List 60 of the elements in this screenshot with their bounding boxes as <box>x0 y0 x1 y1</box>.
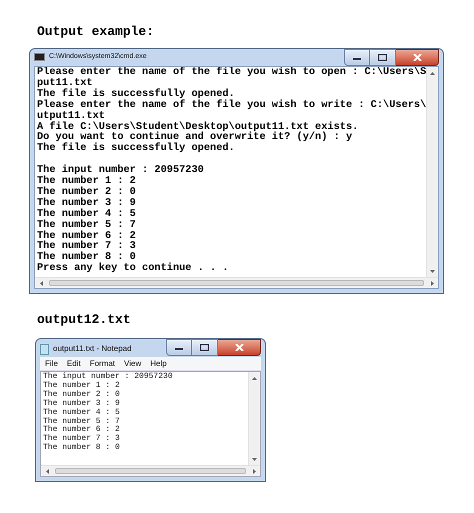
scrollbar-thumb[interactable] <box>49 280 424 286</box>
text-line: The number 1 : 2 <box>43 382 121 390</box>
console-icon <box>34 53 45 62</box>
console-line: Do you want to continue and overwrite it? (y/n) : y <box>37 132 354 144</box>
close-button[interactable] <box>218 339 261 356</box>
console-line: The file is successfully opened. <box>37 143 236 154</box>
console-line: The input number : 20957230 <box>37 165 205 176</box>
horizontal-scrollbar[interactable] <box>41 465 260 476</box>
maximize-button[interactable] <box>370 49 396 66</box>
minimize-button[interactable] <box>344 49 370 66</box>
scroll-left-icon[interactable] <box>40 280 42 286</box>
menu-item[interactable]: Edit <box>66 358 81 370</box>
console-line: Please enter the name of the file you wish to write : C:\Users\ <box>37 100 426 111</box>
menu-item[interactable]: View <box>124 358 142 370</box>
text-line: The number 8 : 0 <box>43 444 121 454</box>
section-heading: output12.txt <box>37 311 131 329</box>
console-line: The number 5 : 7 <box>37 220 137 231</box>
close-button[interactable] <box>396 49 439 66</box>
console-line: utput11.txt <box>37 110 105 122</box>
window-title: output11.txt - Notepad <box>53 343 132 355</box>
horizontal-scrollbar[interactable] <box>35 277 438 288</box>
maximize-button[interactable] <box>192 339 218 356</box>
scroll-right-icon[interactable] <box>430 280 434 286</box>
console-line: The number 2 : 0 <box>37 186 137 198</box>
scroll-up-icon[interactable] <box>252 376 257 380</box>
console-line: The number 6 : 2 <box>37 230 137 242</box>
scroll-down-icon[interactable] <box>430 270 436 272</box>
console-line: The number 3 : 9 <box>37 198 137 209</box>
maximize-icon <box>200 344 209 351</box>
console-line: The number 1 : 2 <box>37 176 137 187</box>
vertical-scrollbar[interactable] <box>248 372 260 465</box>
console-line: Press any key to continue . . . <box>37 263 230 274</box>
close-icon <box>234 344 244 351</box>
console-line: The file is successfully opened. <box>37 88 235 100</box>
text-line: The number 2 : 0 <box>43 390 121 399</box>
text-line: The number 5 : 7 <box>43 418 121 426</box>
maximize-icon <box>378 54 387 61</box>
console-line: The number 8 : 0 <box>37 252 137 264</box>
text-line: The number 4 : 5 <box>43 408 121 417</box>
console-line: A file C:\Users\Student\Desktop\output11.txt exists. <box>37 122 360 132</box>
text-line: The number 3 : 9 <box>43 400 121 408</box>
menu-item[interactable]: Format <box>90 358 116 370</box>
minimize-button[interactable] <box>166 339 192 356</box>
menu-item[interactable]: File <box>45 358 58 370</box>
scrollbar-thumb[interactable] <box>55 468 246 474</box>
console-line: The number 4 : 5 <box>37 208 137 220</box>
text-line: The number 6 : 2 <box>43 426 121 434</box>
scroll-left-icon[interactable] <box>46 468 48 474</box>
scroll-right-icon[interactable] <box>252 468 256 474</box>
console-line: The number 7 : 3 <box>37 241 137 252</box>
scroll-up-icon[interactable] <box>430 72 436 74</box>
menu-item[interactable]: Help <box>150 358 167 370</box>
text-line: The number 7 : 3 <box>43 435 121 444</box>
vertical-scrollbar[interactable] <box>426 67 438 277</box>
section-heading: Output example: <box>37 23 154 41</box>
console-line: put11.txt <box>37 78 93 89</box>
notepad-icon <box>40 344 49 354</box>
close-icon <box>412 54 422 61</box>
scroll-down-icon[interactable] <box>252 458 257 460</box>
text-line: The input number : 20957230 <box>43 373 174 381</box>
